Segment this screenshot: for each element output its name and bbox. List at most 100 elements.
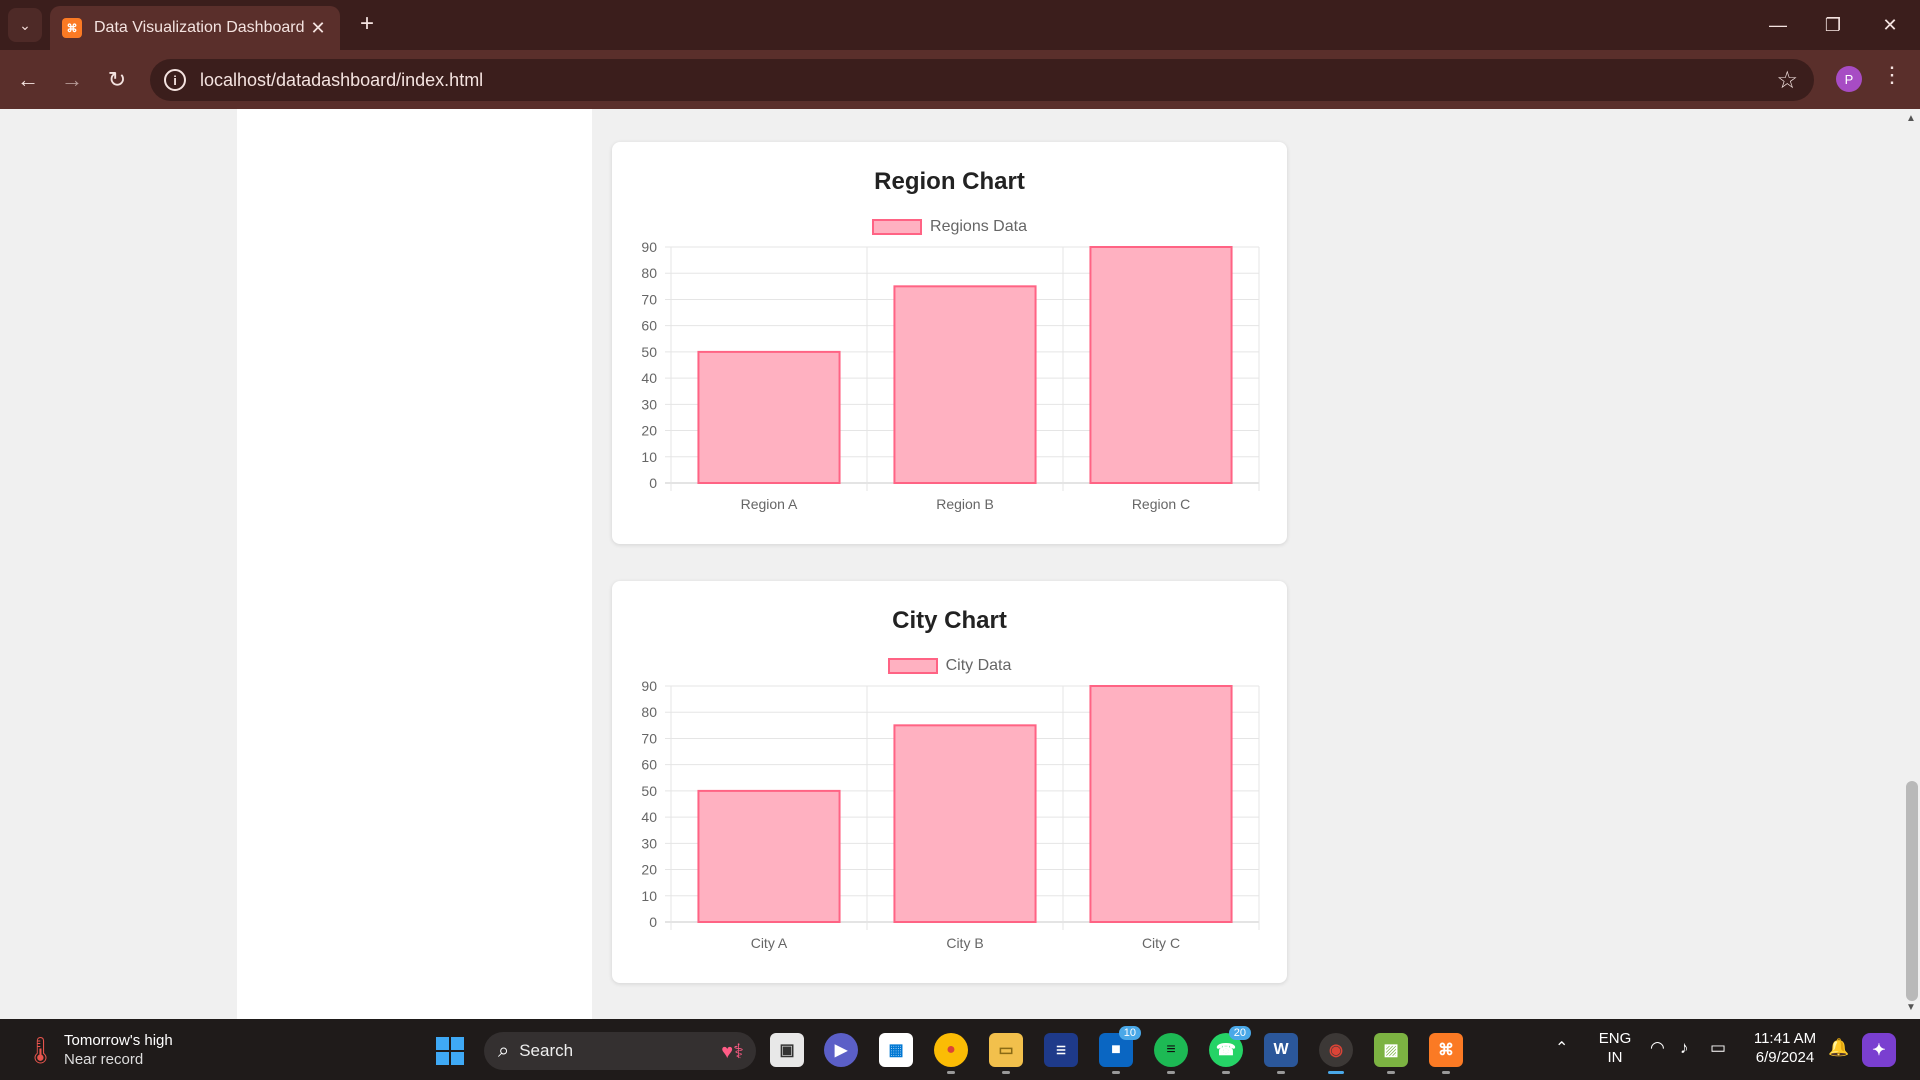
region-chart-card: Region Chart Regions Data 90 80 70 60 50 40 30… bbox=[612, 142, 1287, 544]
clock[interactable]: 11:41 AM 6/9/2024 bbox=[1745, 1029, 1825, 1067]
chart-bars bbox=[697, 685, 1233, 923]
browser-menu-icon[interactable]: ⋮ bbox=[1880, 62, 1904, 88]
notification-bell-icon[interactable]: 🔔 bbox=[1828, 1038, 1849, 1057]
forward-button[interactable]: → bbox=[54, 62, 90, 98]
store-badge: 10 bbox=[1118, 1026, 1141, 1040]
y-tick-label: 60 bbox=[641, 318, 657, 334]
copilot-icon[interactable]: ✦ bbox=[1862, 1033, 1896, 1067]
y-tick-label: 50 bbox=[641, 344, 657, 360]
wifi-icon[interactable]: ◠ bbox=[1650, 1038, 1665, 1057]
app-running-indicator bbox=[1112, 1071, 1120, 1074]
close-tab-icon[interactable]: ✕ bbox=[308, 18, 328, 39]
y-axis-ticks: 90 80 70 60 50 40 30 20 10 0 bbox=[641, 239, 657, 491]
store-app-icon[interactable]: ■ 10 bbox=[1099, 1026, 1141, 1067]
clock-date: 6/9/2024 bbox=[1755, 1049, 1815, 1066]
xampp-favicon-icon: ⌘ bbox=[62, 18, 82, 38]
task-view-icon[interactable]: ▣ bbox=[770, 1033, 804, 1067]
chart-bar bbox=[893, 285, 1037, 484]
dashboard-sidebar bbox=[237, 109, 592, 1019]
y-tick-label: 70 bbox=[641, 291, 657, 307]
clock-time: 11:41 AM bbox=[1753, 1030, 1817, 1047]
new-tab-button[interactable]: + bbox=[352, 10, 382, 40]
app-active-indicator bbox=[1328, 1071, 1344, 1074]
scroll-thumb[interactable] bbox=[1906, 781, 1918, 1001]
show-hidden-icons[interactable]: ⌃ bbox=[1555, 1039, 1568, 1058]
search-icon: ⌕ bbox=[498, 1039, 510, 1062]
app-running-indicator bbox=[1222, 1071, 1230, 1074]
search-highlight-icon: ♥⚕ bbox=[721, 1040, 744, 1063]
app-running-indicator bbox=[947, 1071, 955, 1074]
x-tick-label: Region B bbox=[936, 496, 994, 512]
weather-subtitle: Near record bbox=[64, 1051, 144, 1068]
x-axis-ticks: Region A Region B Region C bbox=[741, 496, 1191, 512]
address-bar[interactable]: i localhost/datadashboard/index.html ☆ bbox=[150, 59, 1814, 101]
language-code: ENG bbox=[1598, 1030, 1632, 1047]
tab-search-button[interactable]: ⌄ bbox=[8, 8, 42, 42]
site-info-icon[interactable]: i bbox=[164, 69, 186, 91]
page-scrollbar[interactable]: ▲ ▼ bbox=[1902, 109, 1920, 1019]
y-tick-label: 20 bbox=[641, 862, 657, 878]
app-running-indicator bbox=[1002, 1071, 1010, 1074]
bookmark-star-icon[interactable]: ☆ bbox=[1776, 66, 1798, 95]
image-app-icon[interactable]: ▨ bbox=[1374, 1033, 1408, 1067]
thermometer-icon: 🌡 bbox=[24, 1035, 58, 1065]
chrome-active-icon[interactable]: ◉ bbox=[1319, 1033, 1353, 1067]
y-tick-label: 10 bbox=[641, 888, 657, 904]
start-button[interactable] bbox=[436, 1037, 464, 1065]
chart-bar bbox=[697, 789, 841, 923]
app-running-indicator bbox=[1277, 1071, 1285, 1074]
y-tick-label: 40 bbox=[641, 370, 657, 386]
chart-bars bbox=[697, 246, 1233, 484]
volume-icon[interactable]: ♪ bbox=[1680, 1038, 1689, 1057]
x-tick-label: City A bbox=[751, 935, 788, 951]
chart-bar bbox=[893, 724, 1037, 923]
browser-toolbar: ← → ↻ i localhost/datadashboard/index.ht… bbox=[0, 50, 1920, 109]
reload-button[interactable]: ↻ bbox=[99, 62, 135, 98]
code-app-icon[interactable]: ☰ bbox=[1044, 1033, 1078, 1067]
y-tick-label: 80 bbox=[641, 704, 657, 720]
language-indicator[interactable]: ENG IN bbox=[1595, 1029, 1635, 1067]
browser-titlebar: ⌄ ⌘ Data Visualization Dashboard ✕ + — ❐… bbox=[0, 0, 1920, 50]
scroll-down-arrow-icon[interactable]: ▼ bbox=[1902, 1002, 1920, 1013]
microsoft-store-icon[interactable]: ▦ bbox=[879, 1033, 913, 1067]
app-running-indicator bbox=[1167, 1071, 1175, 1074]
y-tick-label: 10 bbox=[641, 449, 657, 465]
chart-bar bbox=[1089, 685, 1233, 923]
chart-bar bbox=[697, 350, 841, 484]
y-tick-label: 30 bbox=[641, 396, 657, 412]
city-chart-svg: 90 80 70 60 50 40 30 20 10 0 City A City B City C bbox=[641, 678, 1260, 951]
meet-icon[interactable]: ▶ bbox=[824, 1033, 858, 1067]
xampp-icon[interactable]: ⌘ bbox=[1429, 1033, 1463, 1067]
restore-button[interactable]: ❐ bbox=[1813, 10, 1853, 40]
windows-taskbar: 🌡 Tomorrow's high Near record ⌕ Search ♥… bbox=[0, 1019, 1920, 1080]
browser-tab[interactable]: ⌘ Data Visualization Dashboard ✕ bbox=[50, 6, 340, 50]
city-chart-card: City Chart City Data 90 80 70 60 50 40 30 20 10 0… bbox=[612, 581, 1287, 983]
close-window-button[interactable]: ✕ bbox=[1870, 10, 1910, 40]
region-code: IN bbox=[1607, 1049, 1623, 1066]
search-label: Search bbox=[519, 1041, 574, 1060]
back-button[interactable]: ← bbox=[10, 62, 46, 98]
y-tick-label: 50 bbox=[641, 783, 657, 799]
spotify-icon[interactable]: ≡ bbox=[1154, 1033, 1188, 1067]
y-tick-label: 90 bbox=[641, 239, 657, 255]
file-explorer-icon[interactable]: ▭ bbox=[989, 1033, 1023, 1067]
chrome-icon[interactable]: ● bbox=[934, 1033, 968, 1067]
whatsapp-icon[interactable]: ☎ 20 bbox=[1209, 1026, 1251, 1067]
y-tick-label: 0 bbox=[649, 914, 657, 930]
region-chart-svg: 9080706050403020100 Region A Region B Regi… bbox=[641, 239, 1260, 512]
profile-avatar[interactable]: P bbox=[1836, 66, 1862, 92]
tab-title: Data Visualization Dashboard bbox=[94, 19, 305, 36]
weather-widget[interactable]: 🌡 Tomorrow's high Near record bbox=[24, 1031, 173, 1069]
y-tick-label: 0 bbox=[649, 475, 657, 491]
x-tick-label: City C bbox=[1142, 935, 1180, 951]
battery-icon[interactable]: ▭ bbox=[1710, 1038, 1726, 1057]
y-tick-label: 80 bbox=[641, 265, 657, 281]
whatsapp-badge: 20 bbox=[1228, 1026, 1251, 1040]
word-icon[interactable]: W bbox=[1264, 1033, 1298, 1067]
minimize-button[interactable]: — bbox=[1758, 10, 1798, 40]
url-text[interactable]: localhost/datadashboard/index.html bbox=[200, 70, 1776, 91]
scroll-up-arrow-icon[interactable]: ▲ bbox=[1902, 113, 1920, 124]
y-tick-label: 30 bbox=[641, 835, 657, 851]
y-axis-ticks: 90 80 70 60 50 40 30 20 10 0 bbox=[641, 678, 657, 930]
taskbar-search[interactable]: ⌕ Search ♥⚕ bbox=[484, 1032, 756, 1070]
